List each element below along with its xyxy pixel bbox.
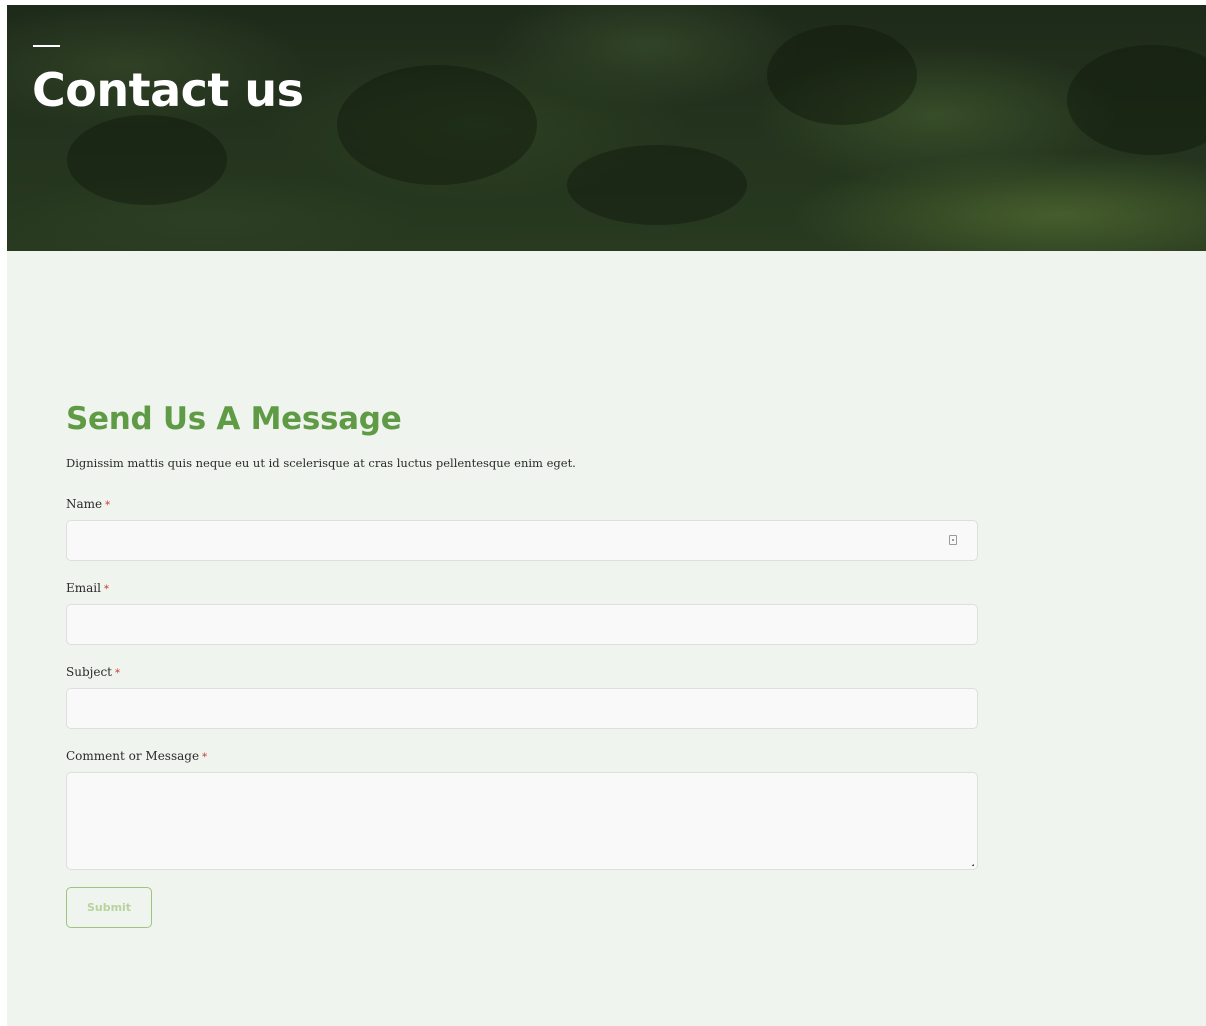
- message-label: Comment or Message *: [66, 746, 978, 768]
- message-label-text: Comment or Message: [66, 749, 200, 763]
- email-field-group: Email *: [66, 578, 978, 645]
- message-textarea[interactable]: [67, 773, 977, 869]
- name-input-box: [66, 520, 978, 561]
- hero-foliage: [67, 115, 227, 205]
- subject-label-text: Subject: [66, 665, 112, 679]
- page: Contact us Send Us A Message Dignissim m…: [7, 5, 1206, 1026]
- required-marker: *: [103, 584, 109, 595]
- subject-label: Subject *: [66, 662, 978, 684]
- hero-foliage: [337, 65, 537, 185]
- email-input[interactable]: [67, 605, 977, 644]
- hero-accent-line: [33, 45, 60, 47]
- subject-input-box: [66, 688, 978, 729]
- name-field-group: Name *: [66, 494, 978, 561]
- resize-handle-icon[interactable]: [962, 854, 974, 866]
- name-label: Name *: [66, 494, 978, 516]
- form-description: Dignissim mattis quis neque eu ut id sce…: [66, 456, 576, 470]
- autofill-contact-icon[interactable]: [949, 535, 957, 545]
- required-marker: *: [202, 752, 208, 763]
- required-marker: *: [105, 500, 111, 511]
- required-marker: *: [115, 668, 120, 679]
- hero-foliage: [567, 145, 747, 225]
- name-label-text: Name: [66, 497, 103, 511]
- email-label-text: Email: [66, 581, 101, 595]
- subject-input[interactable]: [67, 689, 977, 728]
- message-field-group: Comment or Message *: [66, 746, 978, 870]
- subject-field-group: Subject *: [66, 662, 978, 729]
- message-input-box: [66, 772, 978, 870]
- hero-foliage: [767, 25, 917, 125]
- page-title: Contact us: [32, 63, 304, 117]
- contact-form: Send Us A Message Dignissim mattis quis …: [66, 397, 978, 928]
- submit-button[interactable]: Submit: [66, 887, 152, 928]
- name-input[interactable]: [67, 521, 977, 560]
- form-title: Send Us A Message: [66, 401, 402, 437]
- email-input-box: [66, 604, 978, 645]
- email-label: Email *: [66, 578, 978, 600]
- hero-foliage: [1067, 45, 1206, 155]
- hero-banner: Contact us: [7, 5, 1206, 251]
